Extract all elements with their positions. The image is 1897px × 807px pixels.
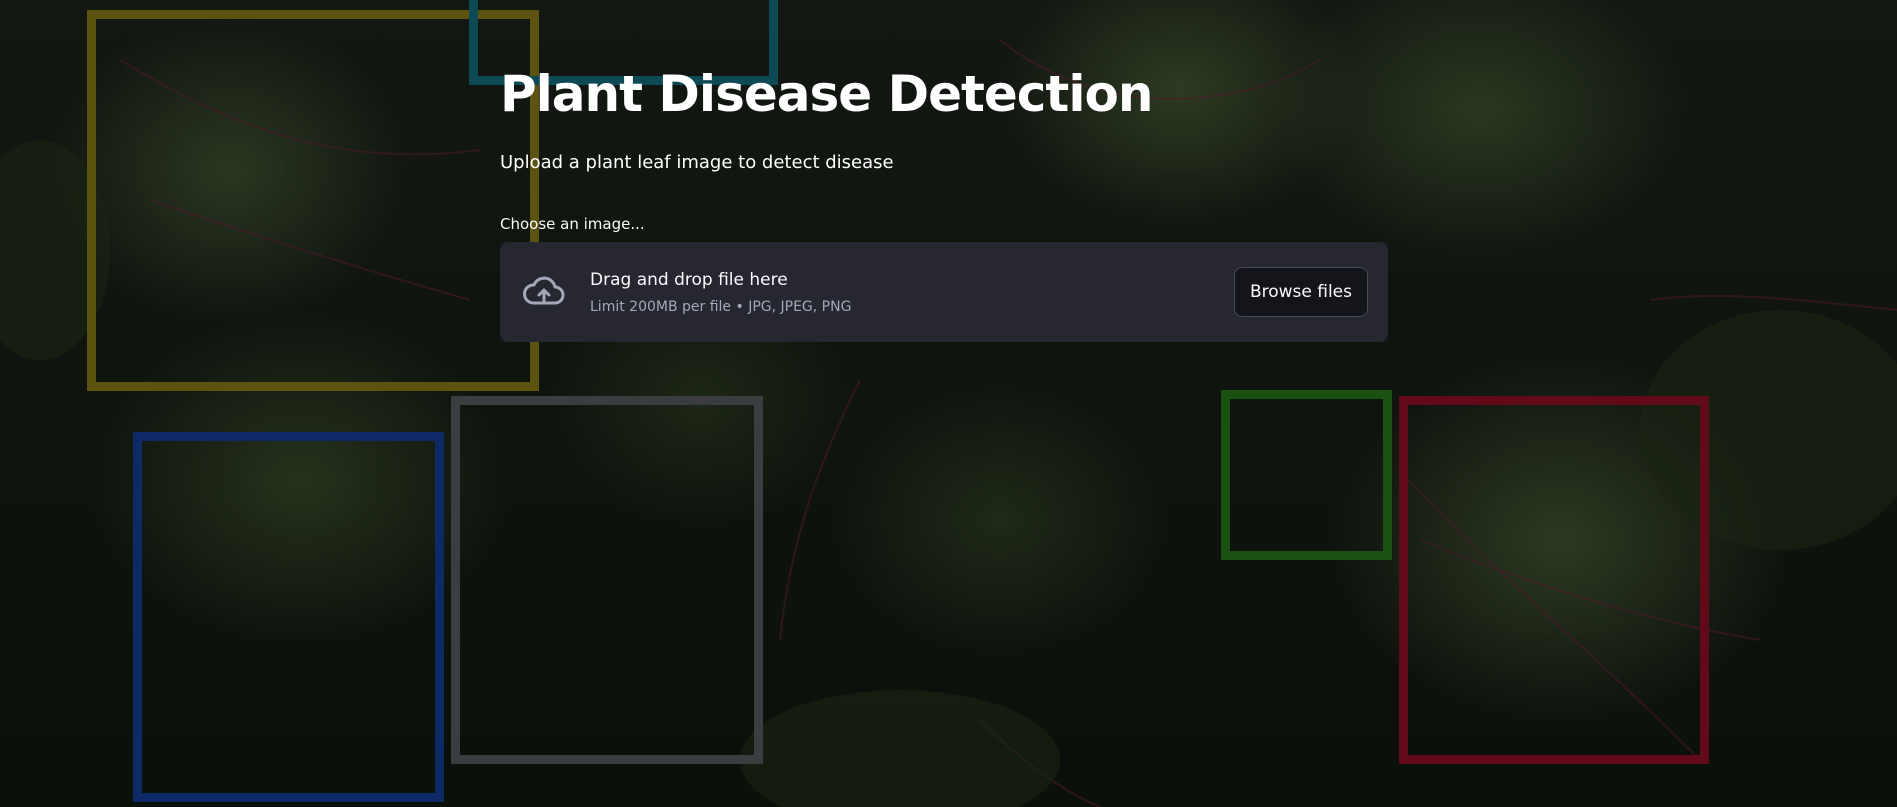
blue-detection-frame (133, 432, 444, 802)
main-content: Plant Disease Detection Upload a plant l… (500, 60, 1388, 342)
dropzone-title: Drag and drop file here (590, 270, 788, 290)
file-uploader-label: Choose an image... (500, 215, 645, 233)
dropzone-instructions: Drag and drop file here Limit 200MB per … (590, 268, 1234, 316)
dropzone-limit-text: Limit 200MB per file • JPG, JPEG, PNG (590, 299, 852, 315)
green-detection-frame (1221, 390, 1392, 560)
red-detection-frame (1399, 396, 1709, 764)
gray-detection-frame (451, 396, 763, 764)
file-dropzone[interactable]: Drag and drop file here Limit 200MB per … (500, 242, 1388, 342)
page-subtitle: Upload a plant leaf image to detect dise… (500, 152, 894, 173)
browse-files-button[interactable]: Browse files (1233, 267, 1368, 317)
cloud-upload-icon (520, 268, 568, 316)
page-title: Plant Disease Detection (500, 65, 1153, 123)
